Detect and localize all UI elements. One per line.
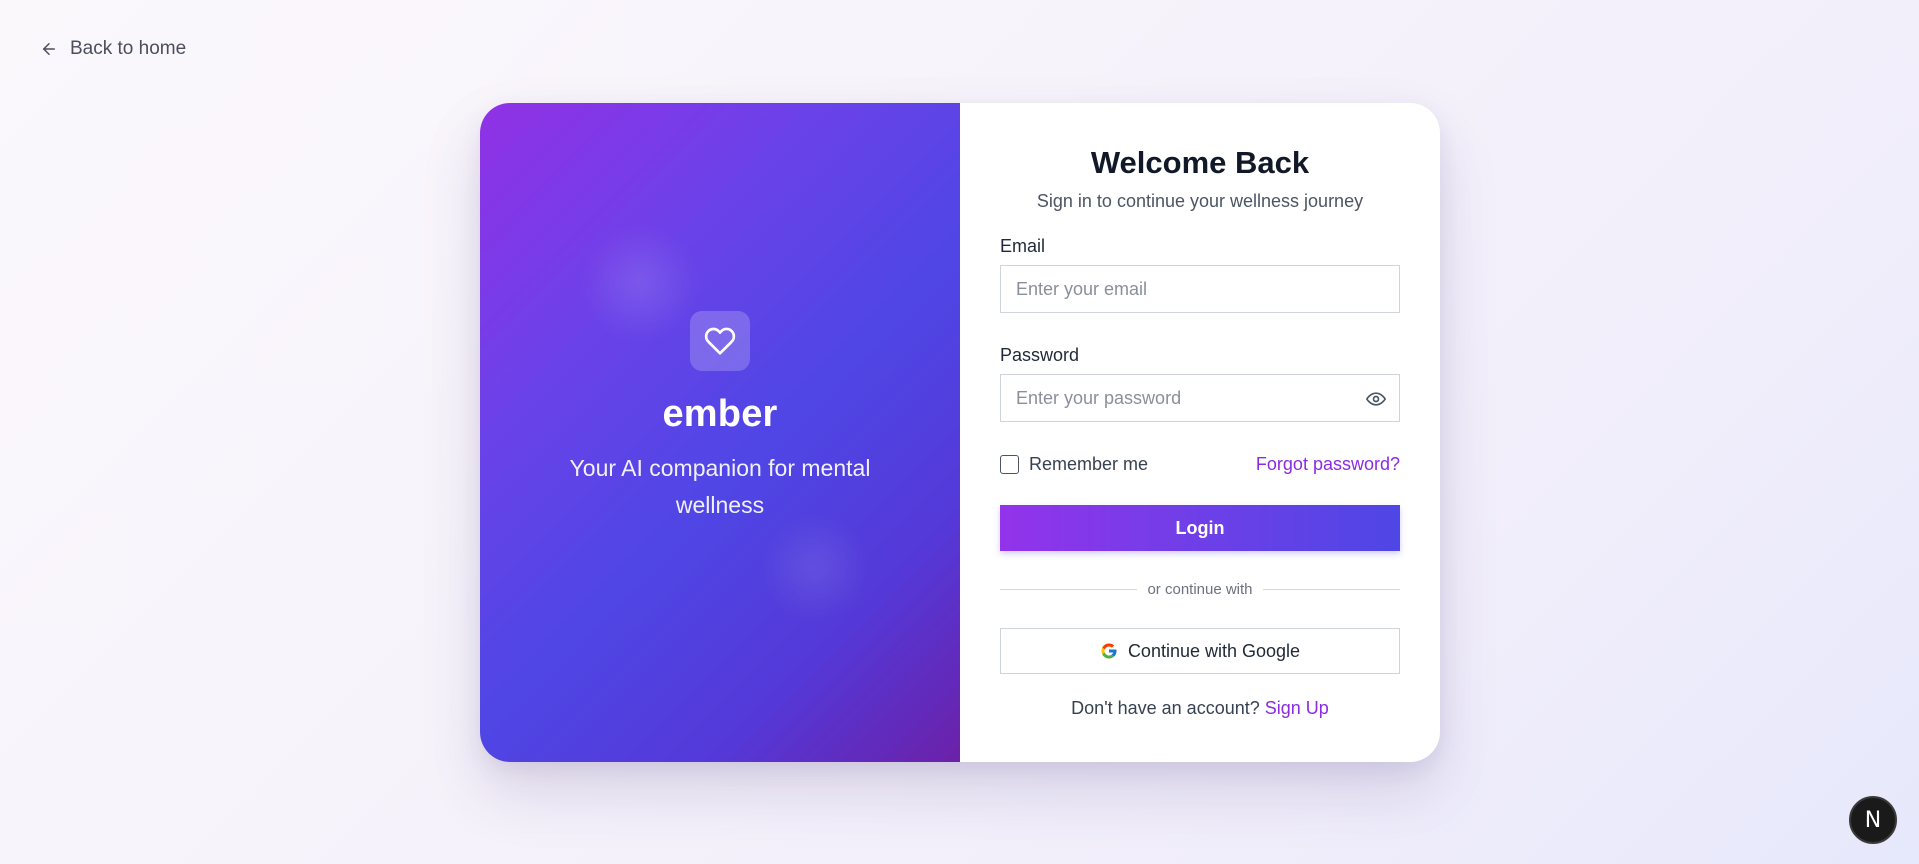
dev-tools-badge[interactable]: N [1849, 796, 1897, 844]
email-label: Email [1000, 236, 1046, 256]
login-card: ember Your AI companion for mental welln… [480, 103, 1440, 762]
divider-line [1000, 589, 1138, 590]
back-to-home-link[interactable]: Back to home [40, 38, 186, 60]
remember-me: Remember me [1000, 454, 1148, 475]
brand-logo [690, 311, 750, 371]
login-button[interactable]: Login [1000, 505, 1400, 551]
email-field-wrapper [1000, 265, 1400, 313]
email-field[interactable] [1001, 266, 1399, 312]
form-subtitle: Sign in to continue your wellness journe… [1036, 191, 1364, 211]
decorative-glow [760, 513, 870, 623]
brand-tagline: Your AI companion for mental wellness [569, 455, 871, 518]
google-login-button[interactable]: Continue with Google [1000, 628, 1400, 674]
password-field-wrapper [1000, 374, 1400, 422]
signup-prompt: Don't have an account? Sign Up [1000, 698, 1400, 719]
brand-content: ember Your AI companion for mental welln… [550, 311, 890, 524]
password-label: Password [1000, 345, 1080, 365]
password-field[interactable] [1001, 375, 1399, 421]
brand-panel: ember Your AI companion for mental welln… [480, 103, 960, 762]
eye-icon[interactable] [1366, 389, 1386, 409]
form-options-row: Remember me Forgot password? [1000, 454, 1400, 475]
login-form: Welcome Back Sign in to continue your we… [960, 103, 1440, 762]
divider-label: or continue with [1147, 581, 1253, 598]
forgot-password-link[interactable]: Forgot password? [1256, 454, 1400, 475]
form-title: Welcome Back [1090, 145, 1310, 180]
dev-tools-badge-label: N [1864, 807, 1882, 833]
divider: or continue with [1000, 581, 1400, 598]
signup-link[interactable]: Sign Up [1265, 698, 1329, 718]
remember-me-checkbox[interactable] [1000, 455, 1019, 474]
arrow-left-icon [43, 43, 55, 55]
signup-prompt-text: Don't have an account? [1071, 698, 1260, 718]
back-to-home-label: Back to home [70, 38, 187, 59]
brand-name: ember [662, 393, 778, 435]
heart-icon [704, 327, 736, 355]
remember-me-label: Remember me [1029, 454, 1149, 474]
google-button-label: Continue with Google [1127, 640, 1301, 661]
divider-line [1262, 589, 1400, 590]
google-icon [1101, 643, 1117, 659]
